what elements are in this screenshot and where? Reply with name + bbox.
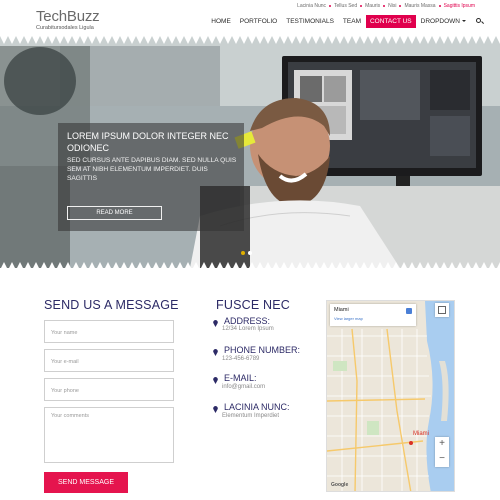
read-more-button[interactable]: READ MORE xyxy=(67,206,162,220)
slider-dots xyxy=(241,251,255,255)
email-input[interactable] xyxy=(45,351,173,373)
email-value: info@gmail.com xyxy=(222,384,266,390)
view-larger-map-link[interactable]: View larger map xyxy=(334,316,363,321)
nav-dropdown-label: DROPDOWN xyxy=(420,18,460,25)
directions-icon[interactable] xyxy=(406,308,412,314)
hero-slider: LOREM IPSUM DOLOR INTEGER NEC ODIONEC SE… xyxy=(0,36,500,268)
pin-icon xyxy=(213,320,218,327)
email-field[interactable] xyxy=(44,349,174,373)
nav-testimonials[interactable]: TESTIMONIALS xyxy=(282,15,338,28)
phone-icon xyxy=(213,349,218,356)
logo[interactable]: TechBuzz Curabitursodales Ligula xyxy=(36,8,100,31)
nav-contact-us[interactable]: CONTACT US xyxy=(365,15,416,28)
comments-field[interactable] xyxy=(44,407,174,463)
map-label: Miami xyxy=(413,431,429,437)
phone-input[interactable] xyxy=(45,380,173,402)
map-brand: Google xyxy=(331,482,349,488)
zoom-in-button[interactable]: + xyxy=(435,437,449,452)
fullscreen-icon[interactable] xyxy=(435,303,449,317)
nav-dropdown[interactable]: DROPDOWN xyxy=(417,15,470,28)
comments-textarea[interactable] xyxy=(45,408,173,462)
zoom-controls: + − xyxy=(435,437,449,467)
form-title: SEND US A MESSAGE xyxy=(44,298,179,312)
address-value: 12/34 Lorem Ipsum xyxy=(222,326,274,332)
top-link-nisi[interactable]: Nisi xyxy=(385,3,399,9)
map-info-card: Miami View larger map xyxy=(330,304,416,326)
logo-name: TechBuzz xyxy=(36,8,100,25)
email-icon xyxy=(213,377,218,384)
nav-home[interactable]: HOME xyxy=(207,15,235,28)
top-links: Lacinia Nunc Tellus Sed Mauris Nisi Maur… xyxy=(294,3,478,9)
top-link-mauris[interactable]: Mauris xyxy=(362,3,383,9)
top-link-lacinia-nunc[interactable]: Lacinia Nunc xyxy=(294,3,329,9)
hero-text: SED CURSUS ANTE DAPIBUS DIAM. SED NULLA … xyxy=(67,157,237,182)
address-label: ADDRESS: xyxy=(224,316,271,326)
hero-caption: LOREM IPSUM DOLOR INTEGER NEC ODIONEC SE… xyxy=(58,123,244,231)
send-message-button[interactable]: SEND MESSAGE xyxy=(44,472,128,493)
main-nav: HOME PORTFOLIO TESTIMONIALS TEAM CONTACT… xyxy=(206,15,484,28)
name-field[interactable] xyxy=(44,320,174,344)
zigzag-divider xyxy=(0,36,500,44)
top-link-mauris-massa[interactable]: Mauris Massa xyxy=(401,3,438,9)
header: TechBuzz Curabitursodales Ligula Lacinia… xyxy=(0,0,500,36)
name-input[interactable] xyxy=(45,322,173,344)
info-icon xyxy=(213,406,218,413)
page: TechBuzz Curabitursodales Ligula Lacinia… xyxy=(0,0,500,500)
logo-tagline: Curabitursodales Ligula xyxy=(36,25,94,31)
nav-team[interactable]: TEAM xyxy=(339,15,365,28)
zoom-out-button[interactable]: − xyxy=(435,452,449,467)
slider-dot[interactable] xyxy=(248,251,252,255)
lacinia-value: Elementum Imperdiet xyxy=(222,413,280,419)
lacinia-label: LACINIA NUNC: xyxy=(224,402,290,412)
phone-value: 123-456-6789 xyxy=(222,356,260,362)
search-icon[interactable] xyxy=(476,17,484,26)
slider-dot[interactable] xyxy=(241,251,245,255)
map-city: Miami xyxy=(334,307,349,313)
zigzag-divider xyxy=(0,262,500,270)
top-link-tellus-sed[interactable]: Tellus Sed xyxy=(331,3,360,9)
map-widget[interactable]: Miami Miami View larger map + − Google xyxy=(326,300,455,492)
info-title: FUSCE NEC xyxy=(216,298,291,312)
email-label: E-MAIL: xyxy=(224,373,257,383)
phone-field[interactable] xyxy=(44,378,174,402)
phone-label: PHONE NUMBER: xyxy=(224,345,301,355)
nav-portfolio[interactable]: PORTFOLIO xyxy=(236,15,281,28)
caret-down-icon xyxy=(462,20,466,23)
top-link-sagittis-ipsum[interactable]: Sagittis Ipsum xyxy=(441,3,478,9)
hero-title: LOREM IPSUM DOLOR INTEGER NEC ODIONEC xyxy=(67,131,229,153)
